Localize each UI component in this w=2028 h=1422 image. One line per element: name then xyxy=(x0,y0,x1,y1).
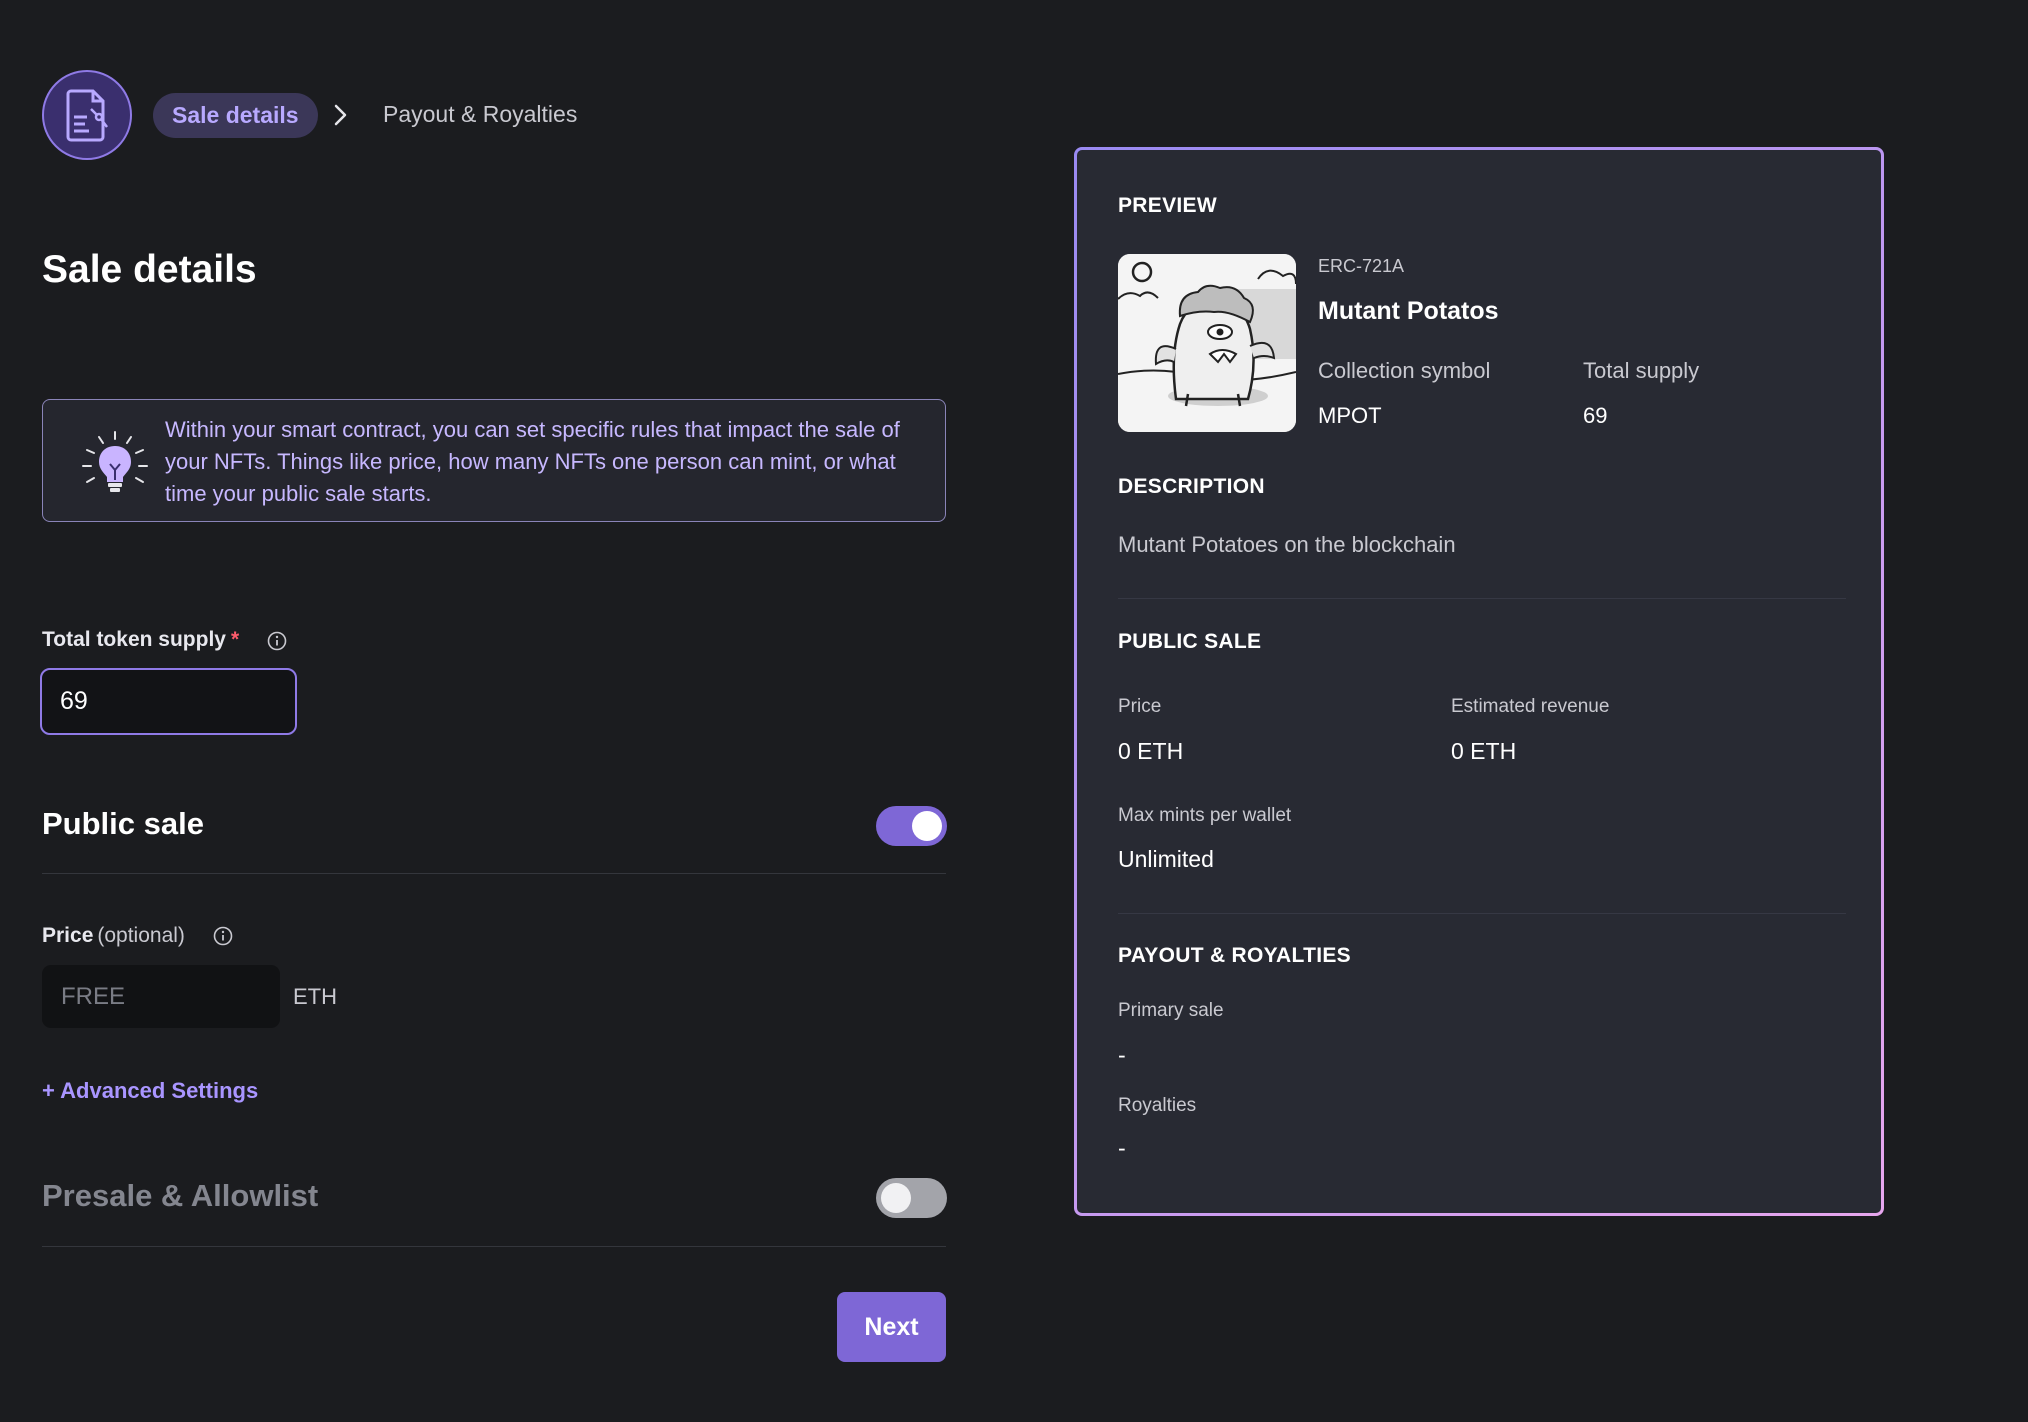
lightbulb-icon xyxy=(82,431,148,492)
total-supply-label: Total supply xyxy=(1583,358,1700,383)
price-value: 0 ETH xyxy=(1118,738,1184,764)
step-sale-details[interactable]: Sale details xyxy=(153,93,318,138)
step-payout-royalties[interactable]: Payout & Royalties xyxy=(383,101,577,128)
advanced-settings-link[interactable]: + Advanced Settings xyxy=(42,1078,258,1104)
public-sale-heading: PUBLIC SALE xyxy=(1118,630,1262,653)
chevron-right-icon xyxy=(334,104,347,126)
info-circle-icon[interactable] xyxy=(213,926,233,946)
primary-sale-value: - xyxy=(1118,1042,1126,1068)
divider xyxy=(42,873,946,874)
page-title: Sale details xyxy=(42,248,257,291)
price-input[interactable]: FREE xyxy=(42,965,280,1028)
info-text: Within your smart contract, you can set … xyxy=(165,417,900,506)
payout-heading: PAYOUT & ROYALTIES xyxy=(1118,944,1351,967)
revenue-value: 0 ETH xyxy=(1451,738,1517,764)
description-text: Mutant Potatoes on the blockchain xyxy=(1118,532,1456,557)
max-mints-value: Unlimited xyxy=(1118,846,1214,872)
info-callout: Within your smart contract, you can set … xyxy=(42,399,946,522)
collection-image xyxy=(1118,254,1296,432)
presale-allowlist-title: Presale & Allowlist xyxy=(42,1178,319,1213)
presale-toggle[interactable] xyxy=(876,1178,947,1218)
preview-card: PREVIEW ERC-721A Mutant Potatos Collecti… xyxy=(1074,147,1884,1216)
preview-heading: PREVIEW xyxy=(1118,194,1217,217)
revenue-label: Estimated revenue xyxy=(1451,696,1610,717)
royalties-value: - xyxy=(1118,1135,1126,1161)
divider xyxy=(1118,913,1846,914)
contract-document-icon xyxy=(42,70,132,160)
symbol-label: Collection symbol xyxy=(1318,358,1491,383)
public-sale-title: Public sale xyxy=(42,806,204,841)
next-button[interactable]: Next xyxy=(837,1292,946,1362)
collection-name: Mutant Potatos xyxy=(1318,297,1499,325)
token-standard: ERC-721A xyxy=(1318,256,1405,276)
toggle-knob xyxy=(912,811,942,841)
info-circle-icon[interactable] xyxy=(267,631,287,651)
divider xyxy=(42,1246,946,1247)
price-unit: ETH xyxy=(293,984,337,1009)
description-heading: DESCRIPTION xyxy=(1118,475,1265,498)
price-label: Price (optional) xyxy=(42,924,185,947)
total-supply-input[interactable]: 69 xyxy=(40,668,297,735)
price-label: Price xyxy=(1118,696,1162,717)
max-mints-label: Max mints per wallet xyxy=(1118,805,1292,826)
toggle-knob xyxy=(881,1183,911,1213)
required-mark: * xyxy=(230,628,240,651)
symbol-value: MPOT xyxy=(1318,403,1382,428)
public-sale-toggle[interactable] xyxy=(876,806,947,846)
royalties-label: Royalties xyxy=(1118,1095,1197,1116)
primary-sale-label: Primary sale xyxy=(1118,1000,1224,1021)
total-supply-label: Total token supply * xyxy=(42,628,240,651)
divider xyxy=(1118,598,1846,599)
total-supply-value: 69 xyxy=(1583,403,1608,428)
